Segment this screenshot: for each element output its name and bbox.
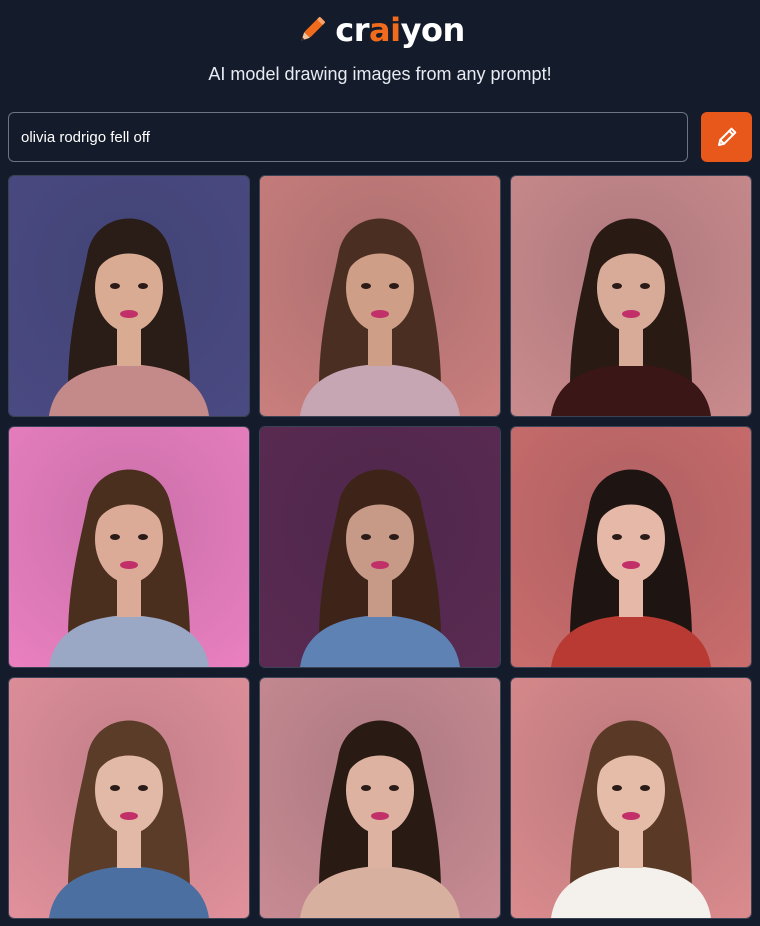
result-image[interactable]: [8, 677, 250, 919]
tagline: AI model drawing images from any prompt!: [208, 64, 552, 84]
result-image[interactable]: [259, 426, 501, 668]
portrait-image: [260, 176, 500, 416]
result-image[interactable]: [510, 426, 752, 668]
portrait-image: [9, 678, 249, 918]
portrait-image: [260, 678, 500, 918]
pencil-icon: [717, 127, 736, 146]
logo[interactable]: craiyon: [0, 10, 760, 50]
result-image[interactable]: [259, 175, 501, 417]
craiyon-page: craiyon AI model drawing images from any…: [0, 0, 760, 926]
result-image[interactable]: [510, 677, 752, 919]
portrait-image: [9, 176, 249, 416]
portrait-image: [511, 678, 751, 918]
pencil-icon: [301, 16, 326, 41]
portrait-image: [511, 176, 751, 416]
portrait-image: [260, 427, 500, 667]
logo-wordmark: craiyon: [335, 11, 465, 49]
result-image[interactable]: [8, 175, 250, 417]
prompt-input[interactable]: [8, 112, 688, 162]
result-image[interactable]: [259, 677, 501, 919]
portrait-image: [9, 427, 249, 667]
results-grid: [8, 175, 752, 919]
portrait-image: [511, 427, 751, 667]
result-image[interactable]: [8, 426, 250, 668]
draw-button[interactable]: [701, 112, 752, 162]
result-image[interactable]: [510, 175, 752, 417]
